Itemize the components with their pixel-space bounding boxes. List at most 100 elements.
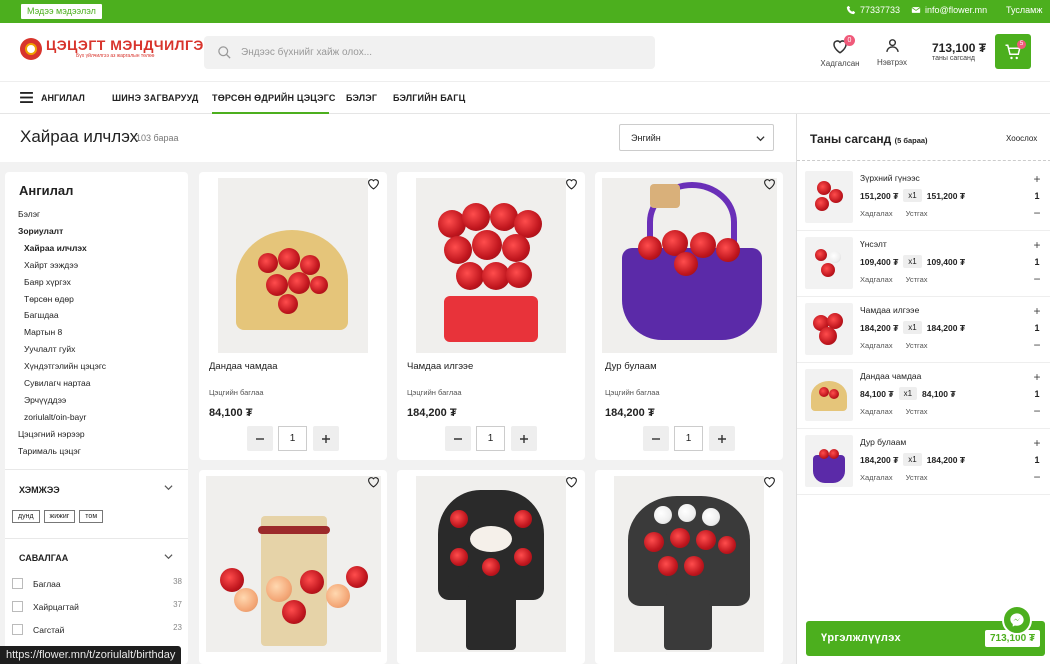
save-for-later-button[interactable]: Хадгалах: [860, 275, 893, 284]
remove-item-button[interactable]: Устгах: [906, 341, 928, 350]
increase-button[interactable]: +: [1030, 369, 1044, 386]
category-item[interactable]: Бэлэг: [18, 206, 106, 223]
checkbox[interactable]: [12, 578, 23, 589]
category-item[interactable]: Тарималь цэцэг: [18, 443, 106, 460]
filter-option[interactable]: Хайрцагтай 37: [12, 600, 182, 614]
cart-item-image[interactable]: [805, 369, 853, 421]
search-input[interactable]: [241, 47, 621, 58]
cart-item-name[interactable]: Чамдаа илгээе: [860, 305, 919, 315]
product-card[interactable]: Дур булаам Цэцгийн баглаа 184,200 ₮ 1: [595, 172, 783, 460]
increase-button[interactable]: [313, 426, 339, 451]
category-menu-button[interactable]: АНГИЛАЛ: [20, 92, 85, 103]
category-item[interactable]: Сувилагч нартаа: [18, 375, 106, 392]
save-for-later-button[interactable]: Хадгалах: [860, 209, 893, 218]
cart-item-image[interactable]: [805, 237, 853, 289]
news-button[interactable]: Мэдээ мэдээлэл: [21, 4, 102, 19]
increase-button[interactable]: +: [1030, 303, 1044, 320]
nav-item-birthday[interactable]: ТӨРСӨН ӨДРИЙН ЦЭЦЭГС: [212, 93, 336, 103]
increase-button[interactable]: [511, 426, 537, 451]
save-for-later-button[interactable]: Хадгалах: [860, 407, 893, 416]
category-item[interactable]: Зориулалт: [18, 223, 106, 240]
cart-item-image[interactable]: [805, 171, 853, 223]
decrease-button[interactable]: −: [1030, 403, 1044, 420]
checkbox[interactable]: [12, 601, 23, 612]
category-item[interactable]: Уучлалт гуйх: [18, 341, 106, 358]
category-item[interactable]: Багшдаа: [18, 307, 106, 324]
cart-item-name[interactable]: Дандаа чамдаа: [860, 371, 921, 381]
decrease-button[interactable]: [247, 426, 273, 451]
messenger-chat-button[interactable]: [1002, 605, 1032, 635]
product-card[interactable]: Дандаа чамдаа Цэцгийн баглаа 84,100 ₮ 1: [199, 172, 387, 460]
product-name[interactable]: Дур булаам: [605, 361, 657, 372]
favorites-button[interactable]: 0 Хадгалсан: [820, 35, 860, 68]
product-image[interactable]: [614, 476, 764, 652]
decrease-button[interactable]: −: [1030, 469, 1044, 486]
size-chip[interactable]: том: [79, 510, 104, 523]
cart-item-name[interactable]: Үнсэлт: [860, 239, 887, 249]
category-item[interactable]: Эрчүүддээ: [18, 392, 106, 409]
cart-item-name[interactable]: Дур булаам: [860, 437, 906, 447]
product-card[interactable]: [595, 470, 783, 664]
product-image[interactable]: [416, 476, 566, 652]
email-link[interactable]: info@flower.mn: [911, 5, 987, 15]
chevron-down-icon[interactable]: [164, 483, 173, 492]
product-card[interactable]: [199, 470, 387, 664]
decrease-button[interactable]: [445, 426, 471, 451]
chevron-down-icon[interactable]: [164, 552, 173, 561]
category-item[interactable]: Мартын 8: [18, 324, 106, 341]
wishlist-heart-icon[interactable]: [367, 178, 380, 190]
help-link[interactable]: Тусламж: [1006, 5, 1042, 15]
category-item[interactable]: Хайрт ээждээ: [18, 257, 106, 274]
cart-button[interactable]: 5: [995, 34, 1031, 69]
search-bar[interactable]: [204, 36, 655, 69]
product-image[interactable]: [416, 178, 566, 353]
category-item[interactable]: Цэцэгний нэрээр: [18, 426, 106, 443]
product-card[interactable]: Чамдаа илгээе Цэцгийн баглаа 184,200 ₮ 1: [397, 172, 585, 460]
increase-button[interactable]: +: [1030, 435, 1044, 452]
wrap-filter-title[interactable]: САВАЛГАА: [19, 553, 68, 563]
login-button[interactable]: Нэвтрэх: [874, 37, 910, 67]
cart-summary[interactable]: 713,100 ₮ таны сагсанд: [932, 41, 986, 62]
cart-item-name[interactable]: Зүрхний гүнээс: [860, 173, 920, 183]
decrease-button[interactable]: −: [1030, 271, 1044, 288]
category-item[interactable]: zoriulalt/oin-bayr: [18, 409, 106, 426]
quantity-input[interactable]: 1: [674, 426, 703, 451]
checkbox[interactable]: [12, 624, 23, 635]
wishlist-heart-icon[interactable]: [565, 476, 578, 488]
category-item[interactable]: Төрсөн өдөр: [18, 291, 106, 308]
increase-button[interactable]: +: [1030, 237, 1044, 254]
save-for-later-button[interactable]: Хадгалах: [860, 341, 893, 350]
quantity-input[interactable]: 1: [278, 426, 307, 451]
nav-item-gift-set[interactable]: БЭЛГИЙН БАГЦ: [393, 93, 465, 103]
logo[interactable]: ЦЭЦЭГТ МЭНДЧИЛГЭЭ Бүх үйлчилгээ аз жарга…: [20, 38, 214, 60]
nav-item-gift[interactable]: БЭЛЭГ: [346, 93, 377, 103]
product-image[interactable]: [602, 178, 777, 353]
nav-item-new[interactable]: ШИНЭ ЗАГВАРУУД: [112, 93, 199, 103]
decrease-button[interactable]: [643, 426, 669, 451]
wishlist-heart-icon[interactable]: [763, 178, 776, 190]
phone-link[interactable]: 77337733: [846, 5, 900, 15]
decrease-button[interactable]: −: [1030, 205, 1044, 222]
quantity-input[interactable]: 1: [476, 426, 505, 451]
filter-option[interactable]: Баглаа 38: [12, 577, 182, 591]
remove-item-button[interactable]: Устгах: [906, 407, 928, 416]
product-image[interactable]: [206, 476, 381, 652]
cart-item-image[interactable]: [805, 303, 853, 355]
save-for-later-button[interactable]: Хадгалах: [860, 473, 893, 482]
size-chip[interactable]: жижиг: [43, 510, 76, 523]
category-item[interactable]: Хүндэтгэлийн цэцэгс: [18, 358, 106, 375]
wishlist-heart-icon[interactable]: [763, 476, 776, 488]
cart-item-image[interactable]: [805, 435, 853, 487]
product-image[interactable]: [218, 178, 368, 353]
product-name[interactable]: Дандаа чамдаа: [209, 361, 278, 372]
remove-item-button[interactable]: Устгах: [906, 473, 928, 482]
decrease-button[interactable]: −: [1030, 337, 1044, 354]
clear-cart-button[interactable]: Хоослох: [1006, 134, 1037, 143]
size-filter-title[interactable]: ХЭМЖЭЭ: [19, 485, 60, 495]
filter-option[interactable]: Сагстай 23: [12, 623, 182, 637]
category-item[interactable]: Баяр хүргэх: [18, 274, 106, 291]
product-card[interactable]: [397, 470, 585, 664]
category-item-active[interactable]: Хайраа илчлэх: [18, 240, 106, 257]
size-chip[interactable]: дунд: [12, 510, 40, 523]
wishlist-heart-icon[interactable]: [565, 178, 578, 190]
